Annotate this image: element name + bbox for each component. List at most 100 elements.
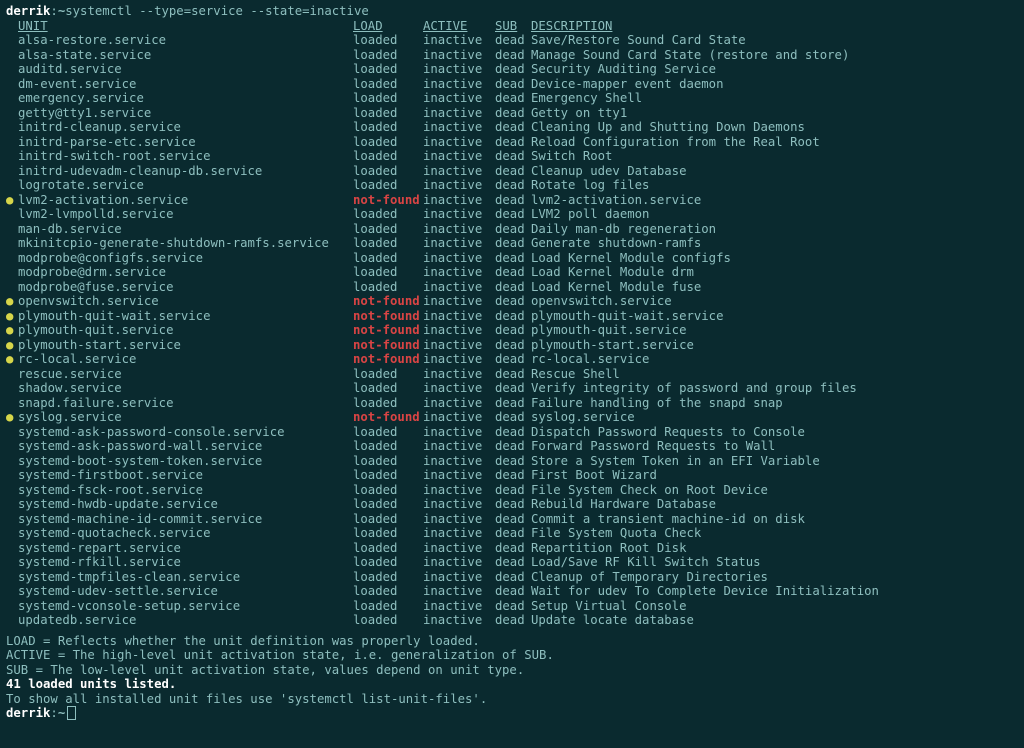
prompt-line-2[interactable]: derrik:~ (6, 706, 1018, 721)
cell-sub: dead (495, 265, 531, 280)
cell-unit: systemd-ask-password-console.service (18, 425, 353, 440)
cell-active: inactive (423, 62, 495, 77)
cell-active: inactive (423, 584, 495, 599)
cell-desc: Rescue Shell (531, 367, 620, 382)
cell-unit: shadow.service (18, 381, 353, 396)
cell-load: loaded (353, 280, 423, 295)
cell-unit: initrd-switch-root.service (18, 149, 353, 164)
status-dot-icon (6, 555, 18, 570)
cell-load: not-found (353, 410, 423, 425)
cell-desc: Emergency Shell (531, 91, 642, 106)
status-dot-icon: ● (6, 410, 18, 425)
status-dot-icon (6, 381, 18, 396)
prompt-user: derrik (6, 706, 50, 721)
status-dot-icon (6, 77, 18, 92)
prompt-sep: : (50, 4, 57, 19)
cell-active: inactive (423, 135, 495, 150)
table-row: initrd-udevadm-cleanup-db.serviceloadedi… (6, 164, 1018, 179)
cell-sub: dead (495, 222, 531, 237)
status-dot-icon (6, 222, 18, 237)
cell-desc: openvswitch.service (531, 294, 672, 309)
table-row: systemd-hwdb-update.serviceloadedinactiv… (6, 497, 1018, 512)
cell-load: loaded (353, 439, 423, 454)
cell-desc: Cleaning Up and Shutting Down Daemons (531, 120, 805, 135)
cell-active: inactive (423, 526, 495, 541)
cell-sub: dead (495, 251, 531, 266)
legend-active: ACTIVE = The high-level unit activation … (6, 648, 1018, 663)
col-active: ACTIVE (423, 19, 495, 34)
cell-sub: dead (495, 381, 531, 396)
table-row: ●plymouth-quit.servicenot-foundinactived… (6, 323, 1018, 338)
cell-sub: dead (495, 454, 531, 469)
cell-load: loaded (353, 207, 423, 222)
cell-desc: Wait for udev To Complete Device Initial… (531, 584, 879, 599)
status-dot-icon (6, 613, 18, 628)
cell-active: inactive (423, 439, 495, 454)
cell-desc: Verify integrity of password and group f… (531, 381, 857, 396)
terminal[interactable]: derrik:~ systemctl --type=service --stat… (0, 0, 1024, 725)
cell-active: inactive (423, 48, 495, 63)
status-dot-icon (6, 62, 18, 77)
cell-active: inactive (423, 497, 495, 512)
status-dot-icon (6, 468, 18, 483)
status-dot-icon (6, 280, 18, 295)
status-dot-icon (6, 425, 18, 440)
cell-desc: rc-local.service (531, 352, 649, 367)
cell-sub: dead (495, 555, 531, 570)
status-dot-icon (6, 48, 18, 63)
cell-desc: Load Kernel Module drm (531, 265, 694, 280)
cell-unit: plymouth-quit.service (18, 323, 353, 338)
cell-sub: dead (495, 584, 531, 599)
cell-load: loaded (353, 584, 423, 599)
legend-load: LOAD = Reflects whether the unit definit… (6, 634, 1018, 649)
cell-load: loaded (353, 381, 423, 396)
cell-sub: dead (495, 367, 531, 382)
cell-load: loaded (353, 48, 423, 63)
cell-unit: rc-local.service (18, 352, 353, 367)
prompt-path: ~ (58, 4, 65, 19)
cell-load: loaded (353, 222, 423, 237)
cell-active: inactive (423, 570, 495, 585)
status-dot-icon (6, 599, 18, 614)
cell-sub: dead (495, 425, 531, 440)
status-dot-icon (6, 584, 18, 599)
cell-desc: Update locate database (531, 613, 694, 628)
cell-load: loaded (353, 265, 423, 280)
cell-active: inactive (423, 120, 495, 135)
cell-desc: Store a System Token in an EFI Variable (531, 454, 820, 469)
table-row: systemd-machine-id-commit.serviceloadedi… (6, 512, 1018, 527)
status-dot-icon (6, 439, 18, 454)
cell-desc: Commit a transient machine-id on disk (531, 512, 805, 527)
status-dot-icon (6, 396, 18, 411)
cell-unit: modprobe@drm.service (18, 265, 353, 280)
cell-load: loaded (353, 164, 423, 179)
cell-desc: Cleanup udev Database (531, 164, 686, 179)
cell-load: loaded (353, 483, 423, 498)
cell-load: loaded (353, 570, 423, 585)
table-row: mkinitcpio-generate-shutdown-ramfs.servi… (6, 236, 1018, 251)
table-row: auditd.serviceloadedinactivedeadSecurity… (6, 62, 1018, 77)
cell-sub: dead (495, 526, 531, 541)
cell-desc: Generate shutdown-ramfs (531, 236, 701, 251)
cell-unit: systemd-vconsole-setup.service (18, 599, 353, 614)
cell-desc: Rotate log files (531, 178, 649, 193)
cell-active: inactive (423, 468, 495, 483)
cell-sub: dead (495, 352, 531, 367)
cell-unit: man-db.service (18, 222, 353, 237)
cell-unit: logrotate.service (18, 178, 353, 193)
prompt-path: ~ (58, 706, 65, 721)
cell-desc: Load Kernel Module configfs (531, 251, 731, 266)
cell-desc: Rebuild Hardware Database (531, 497, 716, 512)
status-dot-icon (6, 512, 18, 527)
table-row: alsa-restore.serviceloadedinactivedeadSa… (6, 33, 1018, 48)
cell-unit: openvswitch.service (18, 294, 353, 309)
cell-active: inactive (423, 236, 495, 251)
col-sub: SUB (495, 19, 531, 34)
col-load: LOAD (353, 19, 423, 34)
cell-active: inactive (423, 367, 495, 382)
table-row: systemd-rfkill.serviceloadedinactivedead… (6, 555, 1018, 570)
cell-unit: snapd.failure.service (18, 396, 353, 411)
table-row: modprobe@drm.serviceloadedinactivedeadLo… (6, 265, 1018, 280)
status-dot-icon (6, 251, 18, 266)
table-row: modprobe@configfs.serviceloadedinactived… (6, 251, 1018, 266)
